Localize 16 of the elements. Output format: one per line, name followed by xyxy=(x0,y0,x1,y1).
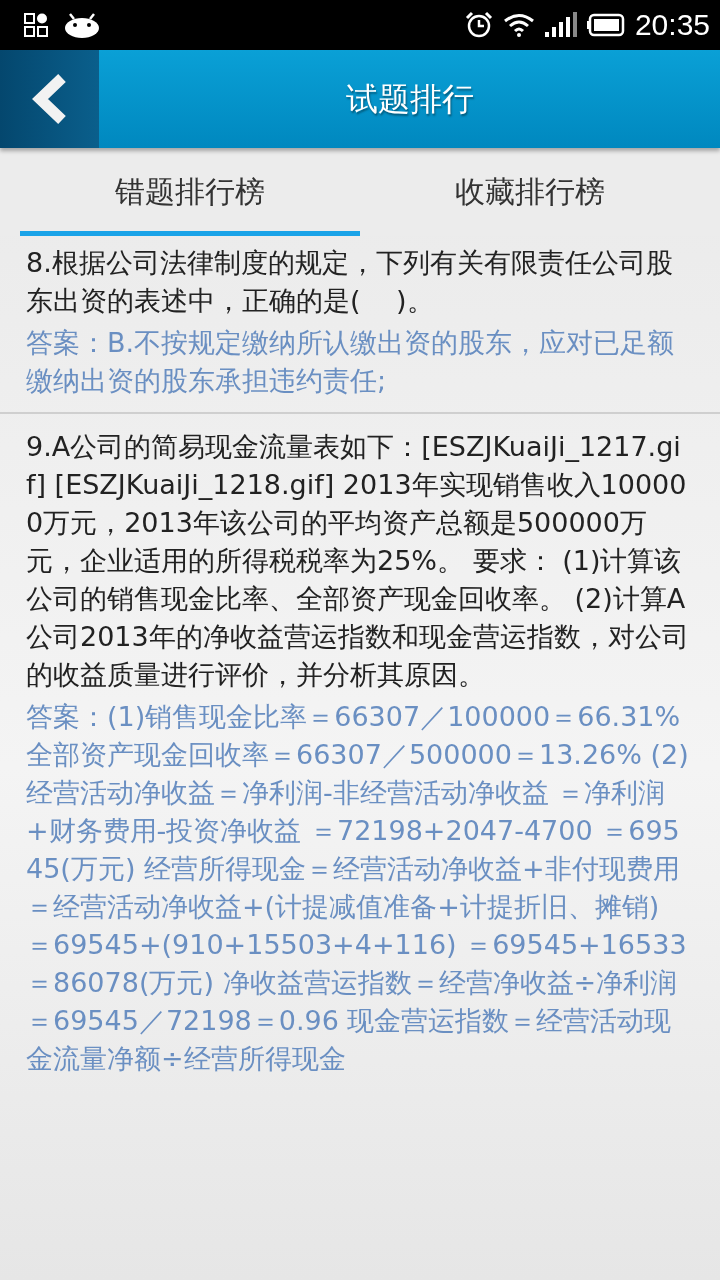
alarm-icon xyxy=(464,11,493,39)
answer-text: 答案：B.不按规定缴纳所认缴出资的股东，应对已足额缴纳出资的股东承担违约责任; xyxy=(26,326,676,398)
clock-time: 20:35 xyxy=(634,8,710,42)
android-icon xyxy=(64,12,100,38)
page-title: 试题排行 xyxy=(345,79,475,120)
back-button[interactable] xyxy=(0,50,99,148)
back-icon xyxy=(31,74,68,124)
signal-icon xyxy=(544,12,577,38)
wifi-icon xyxy=(502,13,535,37)
question-text: 9.A公司的简易现金流量表如下：[ESZJKuaiJi_1217.gif] [ESZJKuaiJi_1218.gif] 2013年实现销售收入100000万元，2013年该公司的平均资产总额是500000万元，企业适用的所得税税率为25%。 要求： (1)计算该公司的销售现金比率、全部资产现金回收率。 (2)计算A公司2013年的净收益营运指数和现金营运指数，对公司的收益质量进行评价，并分析其原因。 xyxy=(26,430,690,692)
question-text: 8.根据公司法律制度的规定，下列有关有限责任公司股东出资的表述中，正确的是( )。 xyxy=(26,246,674,318)
battery-icon xyxy=(586,13,625,37)
answer-text: 答案：(1)销售现金比率＝66307／100000＝66.31% 全部资产现金回收率＝66307／500000＝13.26% (2)经营活动净收益＝净利润-非经营活动净收益 ＝净利润+财务费用-投资净收益 ＝72198+2047-4700 ＝69545(万元) 经营所得现金＝经营活动净收益+非付现费用＝经营活动净收益+(计提减值准备+计提折旧、摊销) ＝69545+(910+15503+4+116) ＝69545+16533＝86078(万元) 净收益营运指数＝经营净收益÷净利润＝69545／72198＝0.96 现金营运指数＝经营活动现金流量净额÷经营所得现金 xyxy=(26,700,690,1076)
apps-icon xyxy=(24,13,48,37)
tab[interactable]: 收藏排行榜 xyxy=(360,148,700,236)
tab[interactable]: 错题排行榜 xyxy=(20,148,360,236)
